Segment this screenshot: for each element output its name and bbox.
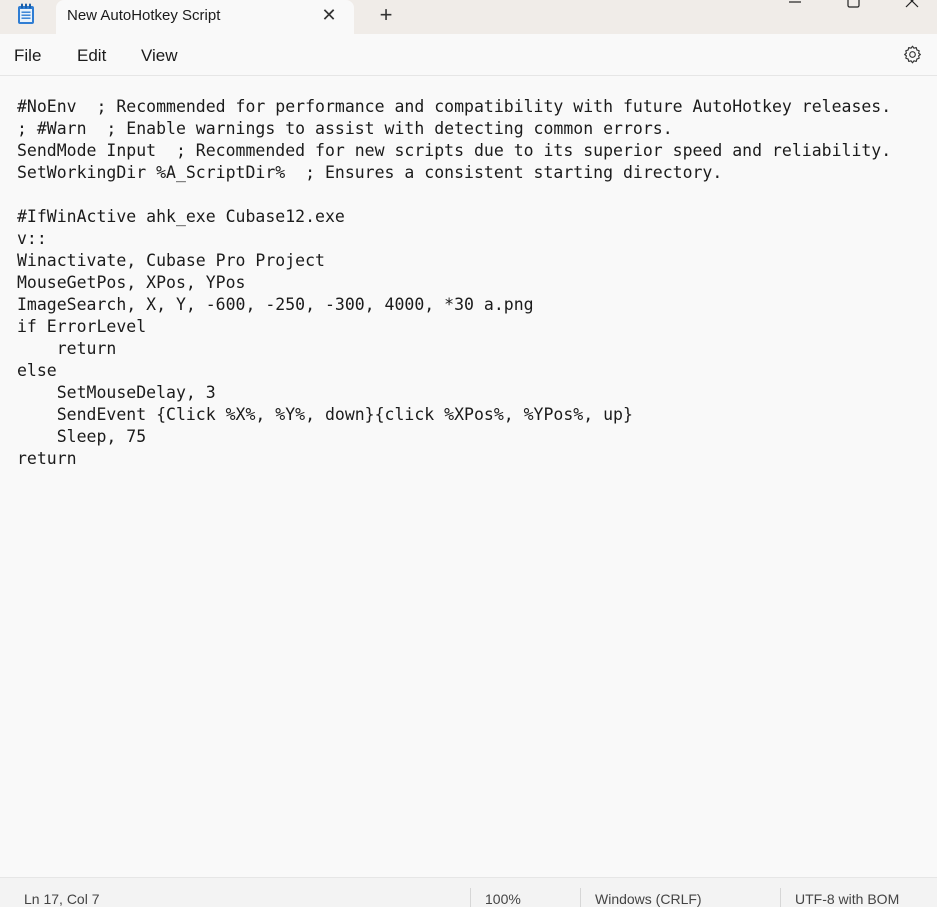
menu-file[interactable]: File (14, 46, 41, 66)
maximize-icon[interactable] (833, 0, 873, 12)
status-divider (470, 888, 471, 907)
zoom-level[interactable]: 100% (485, 891, 521, 907)
minimize-icon[interactable] (774, 0, 814, 12)
tab-new-autohotkey-script[interactable]: New AutoHotkey Script ✕ (56, 0, 354, 34)
status-bar: Ln 17, Col 7 100% Windows (CRLF) UTF-8 w… (0, 877, 937, 907)
menu-view[interactable]: View (141, 46, 178, 66)
menu-edit[interactable]: Edit (77, 46, 106, 66)
notepad-icon (18, 3, 34, 24)
status-divider (580, 888, 581, 907)
editor-content[interactable]: #NoEnv ; Recommended for performance and… (17, 96, 891, 470)
tab-title: New AutoHotkey Script (67, 7, 221, 24)
status-divider (780, 888, 781, 907)
encoding[interactable]: UTF-8 with BOM (795, 891, 899, 907)
line-ending[interactable]: Windows (CRLF) (595, 891, 702, 907)
close-window-icon[interactable] (892, 0, 932, 12)
gear-icon[interactable] (902, 44, 923, 65)
text-editor[interactable]: #NoEnv ; Recommended for performance and… (0, 76, 937, 876)
cursor-position: Ln 17, Col 7 (24, 891, 100, 907)
menu-bar: File Edit View (0, 34, 937, 76)
close-tab-button[interactable]: ✕ (319, 4, 339, 26)
title-bar: New AutoHotkey Script ✕ + (0, 0, 937, 34)
new-tab-button[interactable]: + (374, 3, 398, 27)
